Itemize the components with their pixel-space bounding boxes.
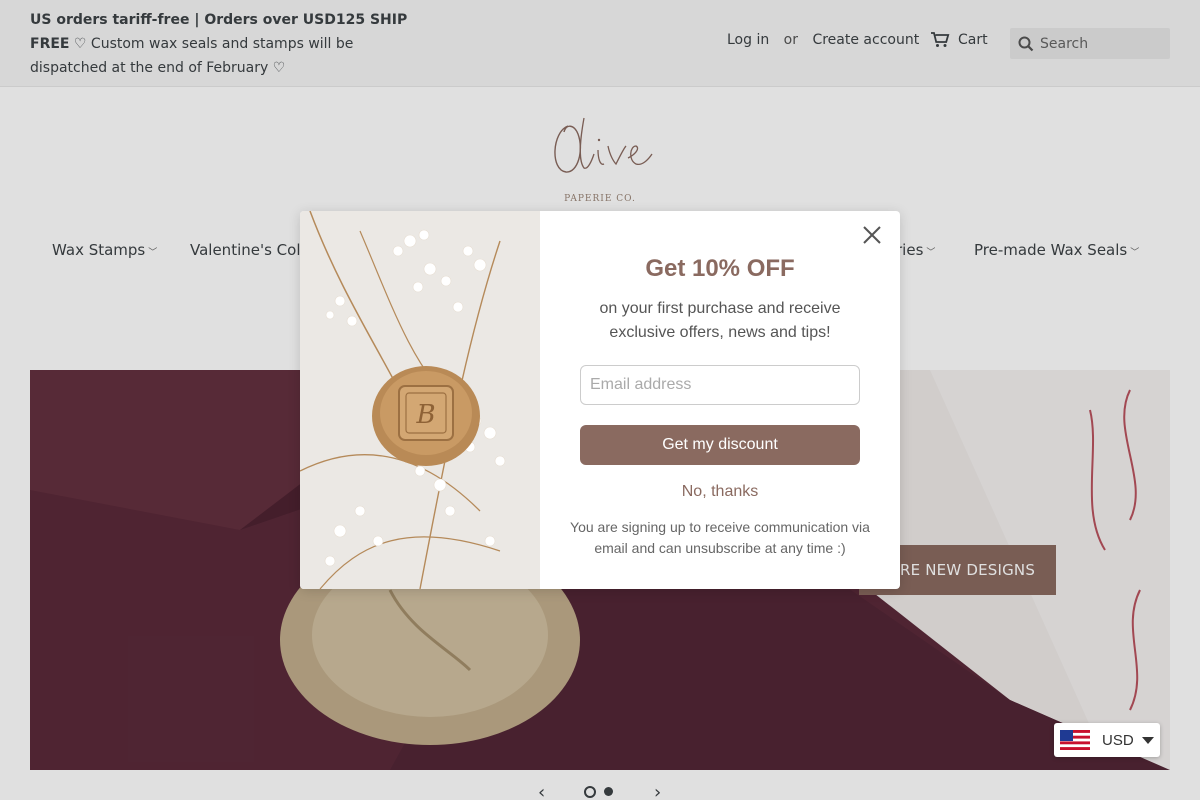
currency-selector[interactable]: USD <box>1054 723 1160 757</box>
caret-down-icon <box>1141 736 1154 744</box>
get-discount-button[interactable]: Get my discount <box>580 425 860 465</box>
discount-popup: B Get 10% OFF on your first purchase and… <box>300 211 900 589</box>
close-icon[interactable] <box>860 223 884 247</box>
popup-description: on your first purchase and receive exclu… <box>599 300 841 341</box>
currency-code: USD <box>1102 731 1134 749</box>
popup-title: Get 10% OFF <box>645 255 795 282</box>
us-flag-icon <box>1060 730 1090 750</box>
popup-image: B <box>300 211 540 589</box>
svg-text:B: B <box>415 400 435 430</box>
popup-fine-print: You are signing up to receive communicat… <box>570 519 870 556</box>
popup-body: Get 10% OFF on your first purchase and r… <box>540 211 900 589</box>
email-field[interactable] <box>580 365 860 405</box>
no-thanks-link[interactable]: No, thanks <box>540 483 900 501</box>
wax-seal-image: B <box>300 211 540 589</box>
